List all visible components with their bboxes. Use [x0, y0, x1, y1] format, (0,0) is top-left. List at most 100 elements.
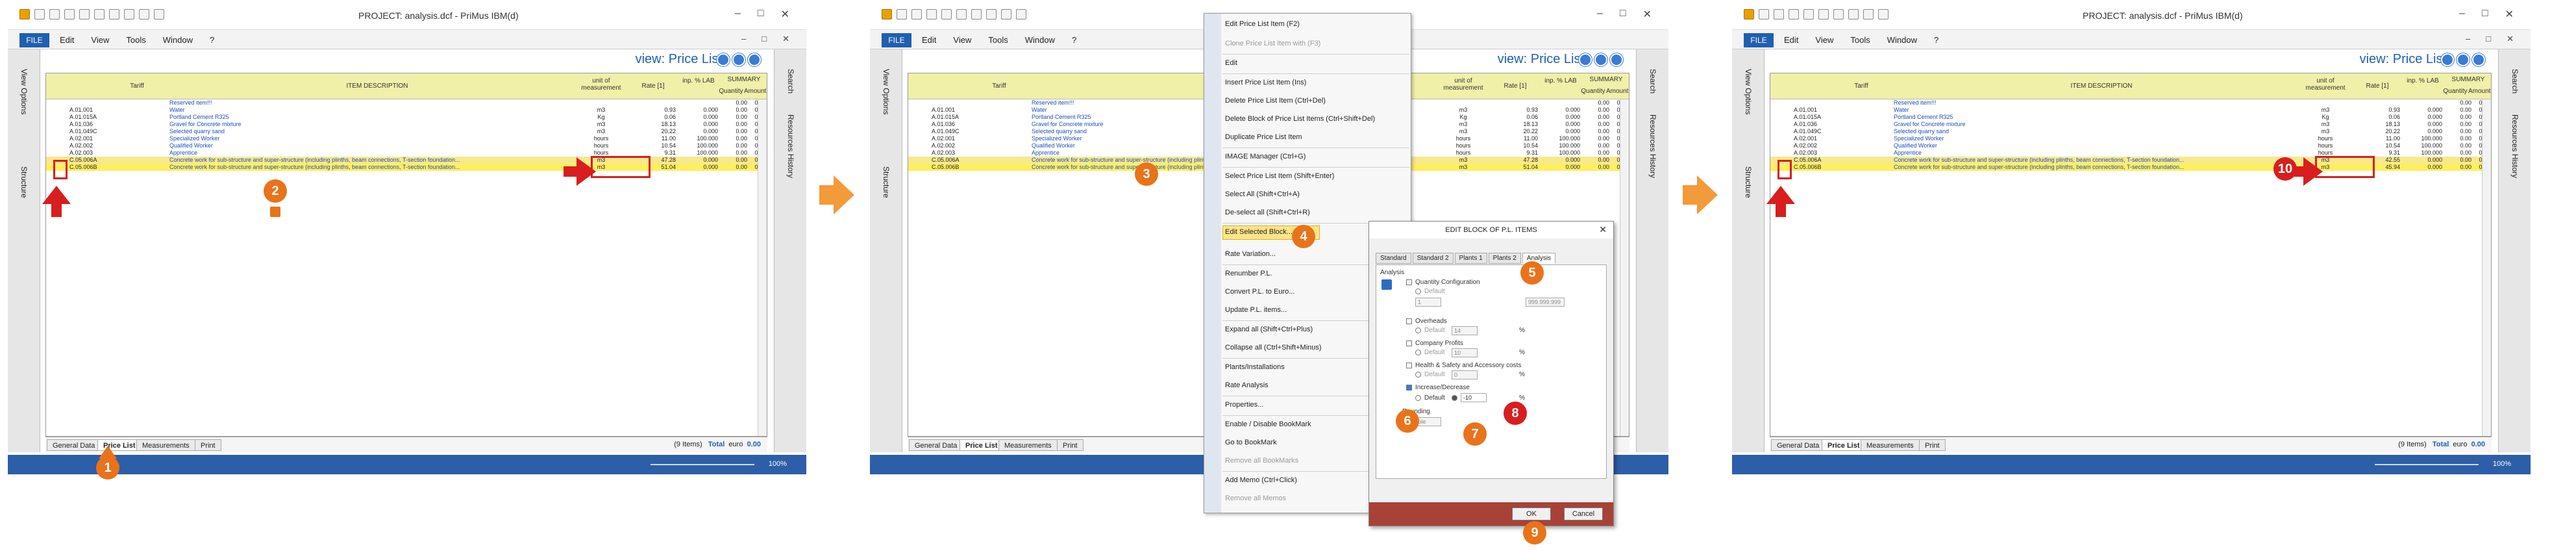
table-row[interactable]: A.02.003Apprenticehours9.31100.0000.000.… [46, 149, 767, 157]
copy-icon[interactable] [1001, 9, 1011, 19]
view-icon-2[interactable] [2457, 53, 2470, 66]
file-menu-button[interactable]: FILE [19, 33, 49, 47]
save-icon[interactable] [64, 9, 75, 19]
hs-default-radio[interactable] [1415, 372, 1421, 378]
maximize-icon[interactable]: □ [758, 8, 764, 21]
overheads-field[interactable]: 14 [1452, 326, 1478, 335]
table-row-selected[interactable]: C.05.006A Concrete work for sub-structure… [1770, 157, 2491, 164]
zoom-slider[interactable] [2375, 464, 2479, 465]
qty-config-check[interactable] [1406, 279, 1412, 285]
incdec-check[interactable] [1406, 385, 1412, 391]
mdi-close-icon[interactable]: ✕ [2507, 34, 2514, 44]
table-row[interactable]: A.01.049C Selected quarry sand m3 20.22 0.00… [46, 128, 767, 135]
cut-icon[interactable] [1848, 9, 1859, 19]
view-options-tab[interactable]: View Options [19, 69, 29, 114]
menu-window[interactable]: Window [1887, 35, 1917, 45]
tab-general-data[interactable]: General Data [1771, 439, 1826, 451]
tab-measurements[interactable]: Measurements [998, 439, 1058, 451]
ctx-deselect-all[interactable]: De-select all (Shift+Ctrl+R) [1225, 209, 1310, 216]
table-row[interactable]: A.01.001Waterm30.930.0000.000.00 [1770, 107, 2491, 114]
ctx-select-all[interactable]: Select All (Shift+Ctrl+A) [1225, 190, 1300, 198]
redo-icon[interactable] [109, 9, 119, 19]
tab-standard[interactable]: Standard [1376, 253, 1411, 264]
mdi-restore-icon[interactable]: □ [762, 34, 767, 44]
close-icon[interactable]: ✕ [1643, 8, 1652, 21]
ctx-expand-all[interactable]: Expand all (Shift+Ctrl+Plus) [1225, 326, 1313, 333]
table-row[interactable]: A.01.015A Portland Cement R325 Kg 0.06 0.000… [1770, 114, 2491, 121]
structure-tab[interactable]: Structure [1744, 166, 1753, 198]
ctx-duplicate-item[interactable]: Duplicate Price List Item [1225, 133, 1302, 141]
view-options-tab[interactable]: View Options [1744, 69, 1753, 114]
incdec-default-radio[interactable] [1415, 395, 1421, 401]
mdi-close-icon[interactable]: ✕ [782, 34, 789, 44]
qty-field-2[interactable]: 999.999.999 [1526, 298, 1565, 307]
overheads-default-radio[interactable] [1415, 327, 1421, 333]
view-icon-2[interactable] [732, 53, 745, 66]
ctx-image-manager[interactable]: IMAGE Manager (Ctrl+G) [1225, 153, 1306, 160]
menu-tools[interactable]: Tools [1850, 35, 1870, 45]
maximize-icon[interactable]: □ [2482, 8, 2488, 21]
view-options-tab[interactable]: View Options [882, 69, 891, 114]
menu-help[interactable]: ? [1934, 35, 1938, 45]
menu-view[interactable]: View [91, 35, 109, 45]
file-menu-button[interactable]: FILE [1744, 33, 1774, 47]
table-row[interactable]: A.01.001Waterm30.930.0000.000.00 [46, 107, 767, 114]
minimize-icon[interactable]: – [1597, 8, 1603, 21]
resources-history-tab[interactable]: Resources History [1648, 114, 1657, 178]
table-row[interactable]: A.01.036 Gravel for Concrete mixture m3 18.… [46, 121, 767, 128]
undo-icon[interactable] [94, 9, 105, 19]
ctx-convert-euro[interactable]: Convert P.L. to Euro... [1225, 288, 1294, 296]
profits-field[interactable]: 10 [1452, 348, 1478, 357]
copy-icon[interactable] [139, 9, 149, 19]
tab-general-data[interactable]: General Data [47, 439, 101, 451]
table-row[interactable]: A.02.003Apprenticehours9.31100.0000.000.… [1770, 149, 2491, 157]
tab-plants-1[interactable]: Plants 1 [1454, 253, 1487, 264]
ctx-rate-analysis[interactable]: Rate Analysis [1225, 381, 1269, 389]
table-row-selected[interactable]: C.05.006A Concrete work for sub-structure… [46, 157, 767, 164]
structure-tab[interactable]: Structure [882, 166, 891, 198]
incdec-custom-radio[interactable] [1452, 395, 1457, 401]
table-row[interactable]: Reserved item!!!0.000.00 [1770, 99, 2491, 107]
table-row[interactable]: A.02.001 Specialized Worker hours 11.00 100.… [1770, 135, 2491, 142]
tab-measurements[interactable]: Measurements [1861, 439, 1920, 451]
tab-print[interactable]: Print [1919, 439, 1946, 451]
table-row-selected[interactable]: C.05.006B Concrete work for sub-structure… [1770, 164, 2491, 171]
mdi-minimize-icon[interactable]: – [741, 34, 746, 44]
ctx-properties[interactable]: Properties... [1225, 401, 1263, 409]
menu-window[interactable]: Window [1025, 35, 1055, 45]
undo-icon[interactable] [1818, 9, 1829, 19]
tab-price-list[interactable]: Price List [1822, 439, 1866, 451]
view-icon-3[interactable] [1610, 53, 1623, 66]
tab-standard-2[interactable]: Standard 2 [1412, 253, 1454, 264]
ctx-update-items[interactable]: Update P.L. items... [1225, 306, 1287, 314]
qty-field-1[interactable]: 1 [1415, 298, 1441, 307]
menu-tools[interactable]: Tools [988, 35, 1008, 45]
cut-icon[interactable] [986, 9, 997, 19]
tab-measurements[interactable]: Measurements [136, 439, 195, 451]
view-icon-1[interactable] [1579, 53, 1592, 66]
ctx-select-item[interactable]: Select Price List Item (Shift+Enter) [1225, 172, 1334, 180]
incdec-value-field[interactable]: -10 [1461, 393, 1487, 402]
ctx-edit-selected-block[interactable]: Edit Selected Block... [1225, 228, 1293, 236]
open-icon[interactable] [1774, 9, 1784, 19]
table-row[interactable]: A.02.002 Qualified Worker hours 10.54 100.00… [46, 142, 767, 149]
tab-print[interactable]: Print [1057, 439, 1084, 451]
structure-tab[interactable]: Structure [19, 166, 29, 198]
menu-edit[interactable]: Edit [1784, 35, 1798, 45]
view-icon-1[interactable] [717, 53, 730, 66]
close-icon[interactable]: ✕ [2505, 8, 2514, 21]
menu-window[interactable]: Window [163, 35, 193, 45]
table-row[interactable]: A.01.036 Gravel for Concrete mixture m3 18.… [1770, 121, 2491, 128]
tab-price-list[interactable]: Price List [960, 439, 1004, 451]
profits-default-radio[interactable] [1415, 350, 1421, 355]
hs-costs-check[interactable] [1406, 363, 1412, 368]
open-icon[interactable] [49, 9, 60, 19]
zoom-slider[interactable] [650, 464, 754, 465]
redo-icon[interactable] [971, 9, 982, 19]
search-tab[interactable]: Search [786, 69, 795, 94]
ctx-edit-submenu[interactable]: Edit [1225, 59, 1237, 67]
print-icon[interactable] [79, 9, 90, 19]
open-icon[interactable] [911, 9, 922, 19]
ok-button[interactable]: OK [1512, 507, 1551, 520]
cut-icon[interactable] [124, 9, 134, 19]
